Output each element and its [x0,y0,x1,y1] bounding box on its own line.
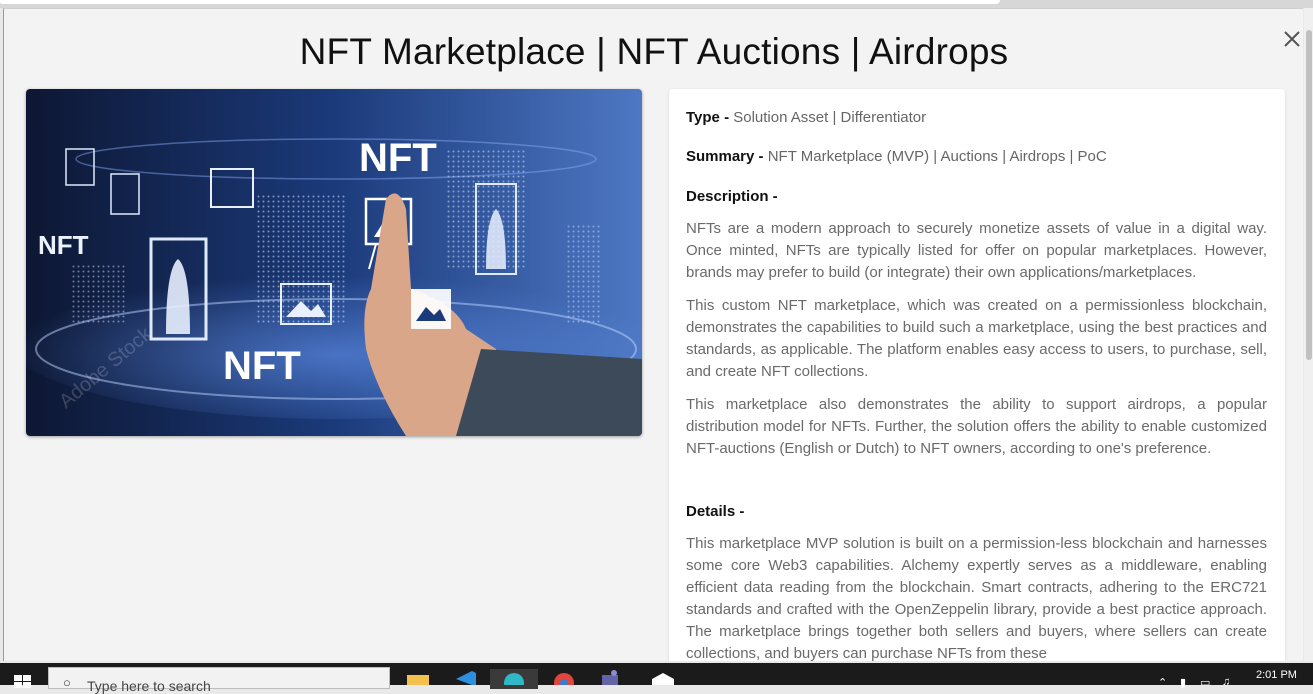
tray-network-icon[interactable]: ▮ [1180,676,1186,689]
teams-icon[interactable] [586,669,634,689]
summary-label: Summary - [686,148,764,165]
tray-volume-icon[interactable]: ♫ [1222,676,1230,688]
hero-nft-left: NFT [38,230,89,260]
hero-image: NFT NFT NFT Adobe Stock [26,89,642,436]
hero-nft-bottom: NFT [223,344,301,388]
type-label: Type - [686,109,730,126]
modal-title: NFT Marketplace | NFT Auctions | Airdrop… [299,31,1009,72]
taskbar: ○ Type here to search ⌃ ▮ ▭ ♫ 2:01 PM [0,663,1313,694]
type-row: Type - Solution Asset | Differentiator [686,109,926,126]
browser-top-strip [0,0,1313,8]
hero-nft-top: NFT [359,136,437,180]
summary-row: Summary - NFT Marketplace (MVP) | Auctio… [686,148,1107,165]
tray-battery-icon[interactable]: ▭ [1200,676,1210,689]
vscode-icon[interactable] [442,669,490,689]
file-explorer-icon[interactable] [394,669,442,689]
browser-tab-bar [0,0,1000,4]
nft-illustration: NFT NFT NFT Adobe Stock [26,89,642,436]
scrollbar-thumb[interactable] [1306,30,1312,360]
description-heading: Description - [686,188,778,205]
summary-value: NFT Marketplace (MVP) | Auctions | Airdr… [767,148,1107,165]
search-icon: ○ [63,675,71,690]
details-heading: Details - [686,503,745,520]
description-paragraph-3: This marketplace also demonstrates the a… [686,396,1267,457]
mail-icon[interactable] [634,669,682,689]
details-card: Type - Solution Asset | Differentiator S… [669,89,1285,661]
description-paragraph-2: This custom NFT marketplace, which was c… [686,297,1267,380]
modal-dialog: NFT Marketplace | NFT Auctions | Airdrop… [3,8,1303,661]
details-paragraph: This marketplace MVP solution is built o… [686,535,1267,661]
description-paragraph-1: NFTs are a modern approach to securely m… [686,220,1267,281]
edge-icon[interactable] [490,669,538,693]
type-value: Solution Asset | Differentiator [733,109,927,126]
close-button[interactable] [1278,25,1303,53]
taskbar-search[interactable]: ○ Type here to search [48,667,390,694]
clock[interactable]: 2:01 PM [1256,669,1297,681]
search-placeholder: Type here to search [87,678,211,694]
close-icon [1284,31,1300,47]
chrome-icon[interactable] [538,669,586,693]
tray-chevron-icon[interactable]: ⌃ [1158,676,1167,689]
start-button[interactable] [14,675,32,689]
